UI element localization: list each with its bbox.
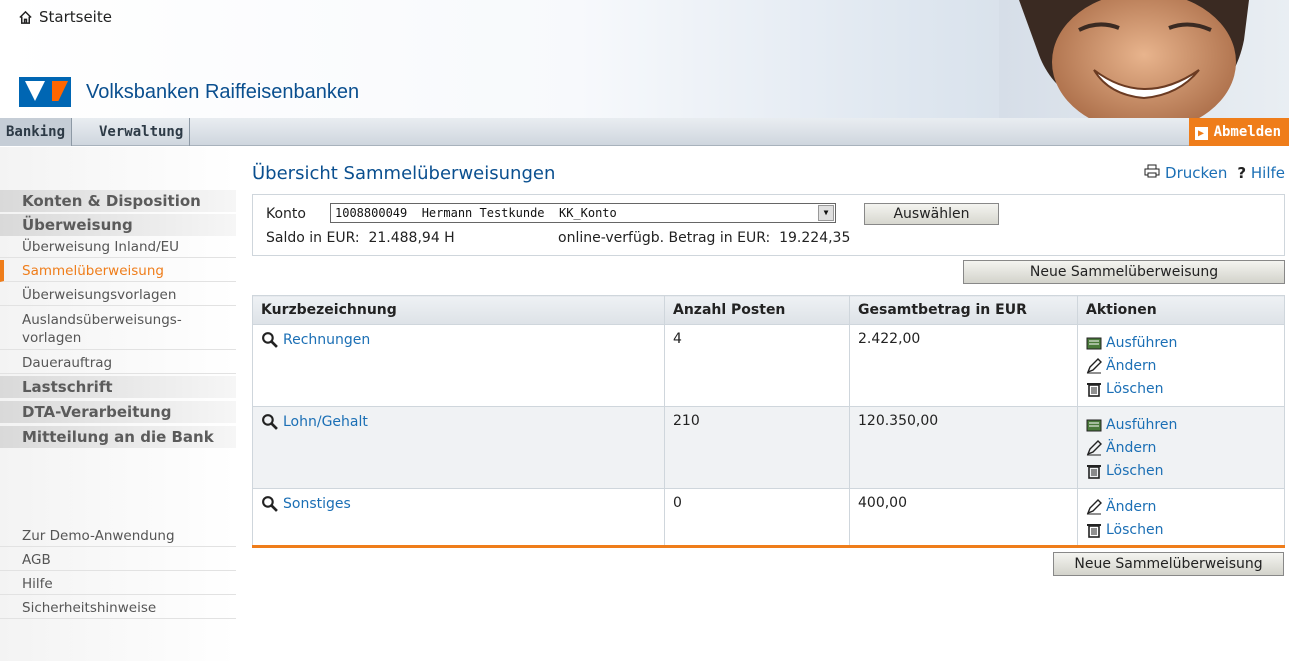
sidebar-item-dta-verarbeitung[interactable]: DTA-Verarbeitung: [0, 401, 236, 423]
edit-action[interactable]: Ändern: [1086, 436, 1276, 459]
edit-label: Ändern: [1106, 498, 1157, 515]
print-link[interactable]: Drucken: [1144, 164, 1227, 182]
delete-label: Löschen: [1106, 462, 1164, 479]
sidebar-item-ueberweisung[interactable]: Überweisung: [0, 214, 236, 236]
row-count: 4: [664, 324, 850, 407]
header-photo: [999, 0, 1289, 118]
tab-verwaltung[interactable]: Verwaltung: [93, 118, 191, 146]
help-label: Hilfe: [1250, 164, 1285, 182]
logout-button[interactable]: ▶ Abmelden: [1188, 118, 1289, 146]
row-name-link[interactable]: Rechnungen: [261, 331, 656, 348]
delete-action[interactable]: Löschen: [1086, 459, 1276, 482]
account-select-value: 1008800049 Hermann Testkunde KK_Konto: [335, 206, 617, 220]
sidebar-item-sammelueberweisung[interactable]: Sammelüberweisung: [0, 260, 236, 282]
tab-banking[interactable]: Banking: [0, 118, 73, 146]
row-count: 0: [664, 488, 850, 548]
table-row: Lohn/Gehalt 210 120.350,00 Ausführen Änd…: [252, 406, 1285, 489]
row-total: 120.350,00: [849, 406, 1078, 489]
sidebar-item-mitteilung[interactable]: Mitteilung an die Bank: [0, 426, 236, 448]
logout-label: Abmelden: [1213, 124, 1281, 140]
row-name[interactable]: Sonstiges: [283, 496, 351, 512]
delete-action[interactable]: Löschen: [1086, 518, 1276, 541]
trash-icon: [1087, 382, 1101, 397]
brand-logo: Volksbanken Raiffeisenbanken: [19, 77, 359, 107]
help-link[interactable]: ? Hilfe: [1237, 164, 1285, 182]
page-header: Startseite Volksbanken Raiffeisenbanken: [0, 0, 1289, 118]
pencil-icon: [1086, 357, 1102, 373]
sidebar-item-label: Auslandsüberweisungs-: [22, 312, 182, 328]
magnifier-icon: [262, 414, 278, 430]
toolbar: Drucken ? Hilfe: [1144, 164, 1285, 182]
home-icon: [19, 10, 32, 24]
row-name[interactable]: Lohn/Gehalt: [283, 414, 368, 430]
top-navigation: Banking Verwaltung: [0, 118, 1289, 146]
table-row: Sonstiges 0 400,00 Ändern Löschen: [252, 488, 1285, 548]
print-label: Drucken: [1165, 164, 1228, 182]
execute-action[interactable]: Ausführen: [1086, 331, 1276, 354]
execute-label: Ausführen: [1106, 334, 1178, 351]
available-amount-text: online-verfügb. Betrag in EUR: 19.224,35: [558, 230, 851, 246]
chevron-down-icon[interactable]: ▼: [818, 205, 834, 221]
column-header-name: Kurzbezeichnung: [252, 295, 665, 325]
vr-logo-icon: [19, 77, 71, 107]
sidebar-footer-demo[interactable]: Zur Demo-Anwendung: [0, 525, 236, 547]
edit-action[interactable]: Ändern: [1086, 495, 1276, 518]
row-name[interactable]: Rechnungen: [283, 332, 370, 348]
page-title: Übersicht Sammelüberweisungen: [252, 163, 556, 184]
row-name-link[interactable]: Lohn/Gehalt: [261, 413, 656, 430]
execute-label: Ausführen: [1106, 416, 1178, 433]
new-batch-transfer-button-bottom[interactable]: Neue Sammelüberweisung: [1053, 552, 1284, 576]
row-total: 400,00: [849, 488, 1078, 548]
sidebar-footer-agb[interactable]: AGB: [0, 549, 236, 571]
sidebar-footer-hilfe[interactable]: Hilfe: [0, 573, 236, 595]
home-label: Startseite: [39, 8, 112, 26]
magnifier-icon: [262, 496, 278, 512]
sidebar-item-label: vorlagen: [22, 330, 82, 346]
execute-action[interactable]: Ausführen: [1086, 413, 1276, 436]
execute-icon: [1086, 419, 1102, 431]
select-account-button[interactable]: Auswählen: [864, 203, 999, 225]
column-header-count: Anzahl Posten: [664, 295, 850, 325]
brand-name: Volksbanken Raiffeisenbanken: [86, 80, 360, 103]
pencil-icon: [1086, 498, 1102, 514]
sidebar: Konten & Disposition Überweisung Überwei…: [0, 147, 236, 661]
arrow-right-icon: ▶: [1194, 127, 1208, 140]
row-name-link[interactable]: Sonstiges: [261, 495, 656, 512]
account-selection-panel: Konto 1008800049 Hermann Testkunde KK_Ko…: [252, 194, 1285, 256]
column-header-total: Gesamtbetrag in EUR: [849, 295, 1078, 325]
column-header-actions: Aktionen: [1077, 295, 1285, 325]
batch-transfer-table: Kurzbezeichnung Anzahl Posten Gesamtbetr…: [252, 295, 1285, 548]
edit-action[interactable]: Ändern: [1086, 354, 1276, 377]
sidebar-item-lastschrift[interactable]: Lastschrift: [0, 376, 236, 398]
delete-action[interactable]: Löschen: [1086, 377, 1276, 400]
sidebar-item-konten-disposition[interactable]: Konten & Disposition: [0, 190, 236, 212]
magnifier-icon: [262, 332, 278, 348]
delete-label: Löschen: [1106, 380, 1164, 397]
trash-icon: [1087, 523, 1101, 538]
sidebar-item-auslandsueberweisungsvorlagen[interactable]: Auslandsüberweisungs- vorlagen: [0, 310, 236, 350]
balance-text: Saldo in EUR: 21.488,94 H: [266, 230, 455, 246]
edit-label: Ändern: [1106, 357, 1157, 374]
row-total: 2.422,00: [849, 324, 1078, 407]
sidebar-footer-sicherheit[interactable]: Sicherheitshinweise: [0, 597, 236, 619]
help-icon: ?: [1237, 164, 1247, 182]
row-count: 210: [664, 406, 850, 489]
sidebar-item-ueberweisungsvorlagen[interactable]: Überweisungsvorlagen: [0, 284, 236, 306]
table-header-row: Kurzbezeichnung Anzahl Posten Gesamtbetr…: [252, 295, 1285, 325]
pencil-icon: [1086, 439, 1102, 455]
account-label: Konto: [266, 206, 306, 222]
table-row: Rechnungen 4 2.422,00 Ausführen Ändern L…: [252, 324, 1285, 407]
sidebar-item-dauerauftrag[interactable]: Dauerauftrag: [0, 352, 236, 374]
printer-icon: [1144, 164, 1160, 178]
trash-icon: [1087, 464, 1101, 479]
edit-label: Ändern: [1106, 439, 1157, 456]
home-link[interactable]: Startseite: [18, 8, 112, 26]
delete-label: Löschen: [1106, 521, 1164, 538]
new-batch-transfer-button-top[interactable]: Neue Sammelüberweisung: [963, 260, 1285, 284]
sidebar-item-ueberweisung-inland[interactable]: Überweisung Inland/EU: [0, 236, 236, 258]
account-select[interactable]: 1008800049 Hermann Testkunde KK_Konto ▼: [330, 203, 836, 223]
execute-icon: [1086, 337, 1102, 349]
divider: [252, 545, 1285, 548]
